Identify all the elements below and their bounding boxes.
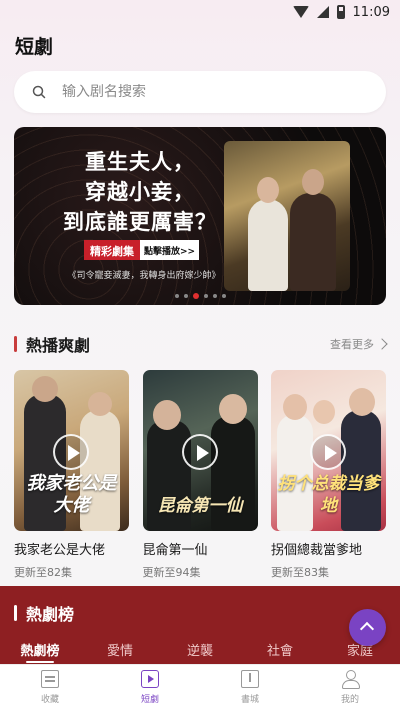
tab-hot-rank[interactable]: 熱劇榜 <box>0 640 80 659</box>
drama-card[interactable]: 昆侖第一仙 昆侖第一仙 更新至94集 <box>142 370 258 580</box>
user-icon <box>341 670 360 689</box>
signal-icon <box>316 6 329 18</box>
section-accent-bar <box>14 336 17 352</box>
thumbnail-figure <box>152 400 181 430</box>
carousel-dots <box>14 293 386 299</box>
drama-card[interactable]: 拐个总裁当爹地 拐個總裁當爹地 更新至83集 <box>271 370 386 580</box>
thumbnail-figure <box>283 394 307 420</box>
see-more-label: 查看更多 <box>330 338 374 351</box>
see-more-link[interactable]: 查看更多 <box>330 336 388 352</box>
thumbnail-title-art: 我家老公是大佬 <box>26 473 117 516</box>
carousel-dot[interactable] <box>174 294 179 298</box>
play-icon[interactable] <box>181 434 218 470</box>
section-title: 熱播爽劇 <box>26 336 91 355</box>
nav-item-short-drama[interactable]: 短劇 <box>100 665 200 710</box>
chevron-right-icon <box>376 338 388 350</box>
carousel-dot-active[interactable] <box>192 293 199 299</box>
drama-thumbnail[interactable]: 拐个总裁当爹地 <box>271 370 386 531</box>
bottom-nav: 收藏 短劇 書城 我的 <box>0 664 400 710</box>
banner-play-button[interactable]: 點擊播放>> <box>140 240 200 260</box>
banner-tag-row: 精彩劇集 點擊播放>> <box>84 240 200 260</box>
thumbnail-figure <box>313 400 335 424</box>
hot-rank-panel: 熱劇榜 熱劇榜 愛情 逆襲 社會 家庭 <box>0 586 400 664</box>
scroll-to-top-button[interactable] <box>349 609 386 646</box>
tab-romance[interactable]: 愛情 <box>80 640 160 659</box>
status-time: 11:09 <box>352 4 390 20</box>
nav-label: 收藏 <box>40 695 59 705</box>
search-input[interactable] <box>62 84 352 100</box>
thumbnail-figure <box>88 392 112 416</box>
tab-comeback[interactable]: 逆襲 <box>160 640 240 659</box>
nav-item-collection[interactable]: 收藏 <box>0 665 100 710</box>
drama-title[interactable]: 昆侖第一仙 <box>143 539 258 558</box>
collection-icon <box>41 670 59 688</box>
store-icon <box>241 670 259 688</box>
poster-figure <box>290 193 336 291</box>
nav-label: 書城 <box>240 695 259 705</box>
hot-section-header: 熱播爽劇 查看更多 <box>14 333 388 355</box>
banner-caption: 《司令寵妾滅妻，我轉身出府嫁少帥》 <box>67 271 221 281</box>
play-icon[interactable] <box>53 434 89 470</box>
carousel-dot[interactable] <box>183 294 188 298</box>
thumbnail-figure <box>218 394 247 424</box>
carousel-dot[interactable] <box>212 294 217 298</box>
nav-item-profile[interactable]: 我的 <box>300 665 400 710</box>
banner-headline: 重生夫人， 穿越小妾， 到底誰更厲害？ <box>50 147 230 237</box>
video-icon <box>141 670 159 688</box>
banner-poster <box>224 141 350 291</box>
banner-headline-line: 穿越小妾， <box>85 180 195 204</box>
chevron-up-icon <box>359 621 375 637</box>
thumbnail-figure <box>32 376 58 402</box>
carousel-dot[interactable] <box>203 294 208 298</box>
rank-tabs: 熱劇榜 愛情 逆襲 社會 家庭 <box>0 640 400 659</box>
nav-item-bookstore[interactable]: 書城 <box>200 665 300 710</box>
drama-card-list: 我家老公是大佬 我家老公是大佬 更新至82集 昆侖第一仙 昆侖第一仙 更新至94… <box>14 370 386 580</box>
banner-headline-line: 到底誰更厲害？ <box>63 210 217 234</box>
drama-thumbnail[interactable]: 昆侖第一仙 <box>142 370 258 531</box>
poster-figure <box>302 169 324 195</box>
nav-label: 短劇 <box>140 695 159 705</box>
battery-icon <box>336 5 345 19</box>
play-icon[interactable] <box>310 434 346 470</box>
nav-label: 我的 <box>340 695 359 705</box>
page-title: 短劇 <box>15 36 54 58</box>
episode-count: 更新至83集 <box>271 566 329 579</box>
poster-figure <box>257 177 279 203</box>
drama-title[interactable]: 拐個總裁當爹地 <box>271 539 386 558</box>
episode-count: 更新至82集 <box>14 566 72 579</box>
featured-banner[interactable]: 重生夫人， 穿越小妾， 到底誰更厲害？ 精彩劇集 點擊播放>> 《司令寵妾滅妻，… <box>14 127 386 305</box>
drama-thumbnail[interactable]: 我家老公是大佬 <box>14 370 129 531</box>
thumbnail-title-art: 拐个总裁当爹地 <box>277 474 380 516</box>
carousel-dot[interactable] <box>221 294 226 298</box>
status-bar: 11:09 <box>0 0 400 24</box>
section-accent-bar <box>14 605 17 621</box>
active-tab-indicator <box>26 661 54 663</box>
wifi-icon <box>292 6 309 18</box>
poster-figure <box>248 199 288 291</box>
episode-count: 更新至94集 <box>142 566 201 579</box>
rank-header: 熱劇榜 <box>14 601 74 625</box>
search-icon <box>32 85 46 99</box>
thumbnail-title-art: 昆侖第一仙 <box>157 496 243 516</box>
search-bar[interactable] <box>14 71 386 113</box>
rank-title: 熱劇榜 <box>26 605 75 624</box>
thumbnail-figure <box>349 388 375 416</box>
banner-tag: 精彩劇集 <box>84 240 140 260</box>
drama-card[interactable]: 我家老公是大佬 我家老公是大佬 更新至82集 <box>14 370 129 580</box>
tab-society[interactable]: 社會 <box>240 640 320 659</box>
drama-title[interactable]: 我家老公是大佬 <box>14 539 129 558</box>
banner-headline-line: 重生夫人， <box>85 150 195 174</box>
